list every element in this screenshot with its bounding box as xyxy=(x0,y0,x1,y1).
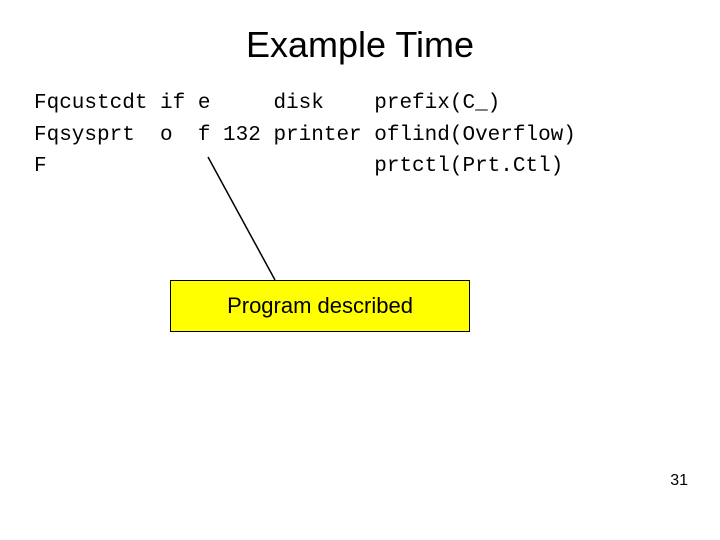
slide-title: Example Time xyxy=(0,0,720,88)
code-line-3: F prtctl(Prt.Ctl) xyxy=(34,155,563,178)
code-block: Fqcustcdt if e disk prefix(C_) Fqsysprt … xyxy=(34,88,720,183)
page-number: 31 xyxy=(670,472,688,490)
callout-text: Program described xyxy=(227,293,413,319)
callout-box: Program described xyxy=(170,280,470,332)
code-line-1: Fqcustcdt if e disk prefix(C_) xyxy=(34,92,500,115)
code-line-2: Fqsysprt o f 132 printer oflind(Overflow… xyxy=(34,124,576,147)
